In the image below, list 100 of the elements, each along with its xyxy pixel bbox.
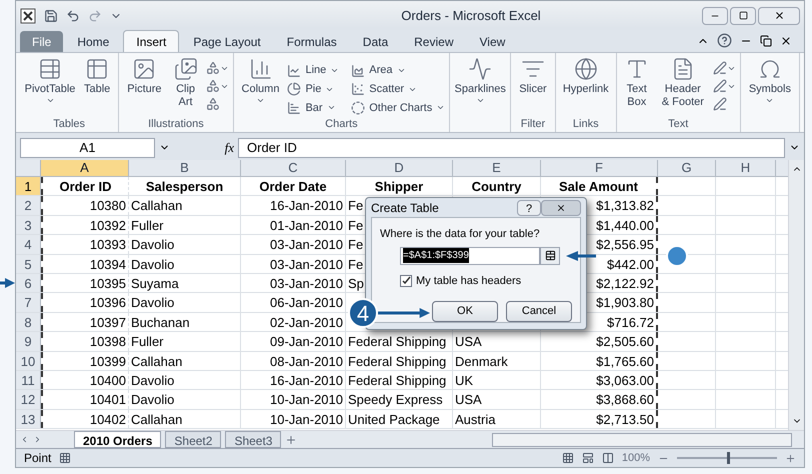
ribbon-button[interactable]: Slicer bbox=[515, 57, 551, 117]
ribbon-icon-button[interactable] bbox=[206, 61, 229, 75]
row-header[interactable]: 11 bbox=[16, 370, 41, 390]
row-header[interactable]: 7 bbox=[16, 293, 41, 312]
row-header[interactable]: 3 bbox=[16, 216, 41, 234]
collapse-dialog-button[interactable] bbox=[540, 246, 560, 264]
sheet-tab[interactable]: 2010 Orders bbox=[74, 431, 162, 448]
restore-icon[interactable] bbox=[760, 34, 772, 46]
function-label[interactable]: fx bbox=[224, 138, 234, 158]
ribbon-tab[interactable]: Review bbox=[402, 31, 466, 52]
ribbon-icon-button[interactable] bbox=[712, 61, 736, 75]
maximize-button[interactable] bbox=[730, 6, 756, 24]
table-cell: Callahan bbox=[131, 412, 182, 427]
ribbon-icon-button[interactable] bbox=[206, 79, 229, 93]
sheet-tab[interactable]: Sheet3 bbox=[225, 431, 282, 448]
ribbon-button[interactable]: Other Charts bbox=[351, 98, 446, 118]
column-header[interactable]: A bbox=[41, 160, 129, 176]
ribbon-button[interactable]: Bar bbox=[287, 98, 340, 118]
column-header[interactable]: B bbox=[129, 160, 241, 176]
table-cell: $1,313.82 bbox=[596, 198, 654, 214]
page-layout-icon[interactable] bbox=[582, 452, 594, 464]
new-sheet-icon[interactable] bbox=[285, 434, 298, 446]
undo-icon[interactable] bbox=[66, 8, 80, 22]
ribbon-button[interactable]: Symbols bbox=[744, 57, 795, 117]
name-box[interactable]: A1 bbox=[20, 138, 155, 158]
row-header[interactable]: 12 bbox=[16, 390, 41, 409]
ribbon-button[interactable]: Picture bbox=[123, 57, 166, 117]
shapes-icon bbox=[206, 97, 220, 111]
column-header[interactable]: E bbox=[453, 160, 541, 176]
close-button[interactable] bbox=[541, 200, 581, 216]
zoom-in-icon[interactable] bbox=[785, 452, 796, 464]
row-header[interactable]: 6 bbox=[16, 274, 41, 292]
shapes-icon bbox=[206, 79, 220, 93]
scatter-chart-icon bbox=[351, 82, 366, 96]
ribbon-button[interactable]: Line bbox=[287, 61, 340, 80]
ribbon-tab[interactable]: Formulas bbox=[274, 31, 349, 52]
normal-view-icon[interactable] bbox=[562, 452, 574, 464]
column-header[interactable]: H bbox=[716, 160, 776, 176]
ribbon-tab[interactable]: Insert bbox=[123, 30, 180, 52]
column-heading: Order Date bbox=[259, 179, 327, 194]
row-header[interactable]: 1 bbox=[16, 177, 41, 196]
close-icon bbox=[556, 202, 566, 212]
table-cell: Fuller bbox=[131, 218, 164, 233]
close-button[interactable] bbox=[758, 6, 800, 24]
help-button[interactable]: ? bbox=[517, 200, 541, 216]
ribbon-button[interactable]: Text Box bbox=[620, 57, 653, 117]
column-header[interactable]: G bbox=[658, 160, 716, 176]
sheet-tab[interactable]: Sheet2 bbox=[165, 431, 222, 448]
help-icon[interactable] bbox=[717, 33, 732, 48]
ribbon-button[interactable]: Pie bbox=[287, 80, 340, 99]
ribbon-button[interactable]: Clip Art bbox=[170, 57, 202, 117]
table-cell: 03-Jan-2010 bbox=[270, 237, 343, 252]
ribbon-button[interactable]: Table bbox=[80, 57, 114, 117]
save-icon[interactable] bbox=[44, 8, 58, 22]
page-break-icon[interactable] bbox=[602, 452, 614, 464]
table-cell: 10402 bbox=[90, 412, 126, 427]
row-header[interactable]: 4 bbox=[16, 235, 41, 254]
ribbon-button[interactable]: Hyperlink bbox=[560, 57, 612, 117]
ribbon-tab[interactable]: Home bbox=[65, 31, 122, 52]
ribbon-button[interactable]: Header & Footer bbox=[656, 57, 709, 117]
column-header[interactable]: C bbox=[241, 160, 346, 176]
ribbon-button[interactable]: Sparklines bbox=[454, 57, 506, 117]
table-cell: 09-Jan-2010 bbox=[270, 334, 343, 350]
row-header[interactable]: 5 bbox=[16, 254, 41, 273]
maximize-icon bbox=[738, 11, 748, 20]
ribbon-button[interactable]: Scatter bbox=[351, 80, 446, 99]
dialog-button[interactable]: Cancel bbox=[506, 301, 572, 322]
dialog-button[interactable]: OK bbox=[432, 301, 498, 322]
macro-record-icon[interactable] bbox=[59, 452, 72, 464]
ribbon-tab[interactable]: Data bbox=[350, 31, 400, 52]
ribbon-tab[interactable]: Page Layout bbox=[181, 31, 273, 52]
collapse-icon bbox=[544, 250, 556, 261]
zoom-slider-thumb[interactable] bbox=[727, 452, 730, 464]
horizontal-scrollbar[interactable] bbox=[492, 432, 792, 446]
pivot-table-icon bbox=[38, 57, 62, 81]
table-cell: 02-Jan-2010 bbox=[270, 314, 343, 330]
close-icon[interactable] bbox=[780, 34, 792, 46]
ribbon-button[interactable]: PivotTable bbox=[24, 57, 76, 117]
ribbon-button[interactable]: Column bbox=[238, 57, 284, 117]
headers-checkbox[interactable]: My table has headers bbox=[400, 272, 572, 289]
formula-field[interactable]: Order ID bbox=[238, 138, 785, 158]
row-header[interactable]: 2 bbox=[16, 196, 41, 215]
column-header[interactable]: D bbox=[346, 160, 453, 176]
vertical-scrollbar[interactable] bbox=[788, 160, 804, 430]
column-heading: Country bbox=[472, 179, 522, 194]
row-header[interactable]: 13 bbox=[16, 410, 41, 428]
ribbon-icon-button[interactable] bbox=[712, 79, 736, 93]
ribbon-button[interactable]: Area bbox=[351, 61, 446, 80]
table-cell: Sp bbox=[348, 276, 364, 291]
bar-chart-icon bbox=[287, 100, 302, 115]
file-tab[interactable]: File bbox=[20, 31, 64, 52]
column-header[interactable]: F bbox=[541, 160, 658, 176]
callout-arrow bbox=[0, 278, 15, 288]
table-cell: 10392 bbox=[90, 218, 126, 233]
table-cell: Davolio bbox=[131, 237, 174, 252]
row-header[interactable]: 9 bbox=[16, 332, 41, 351]
range-field[interactable]: =$A$1:$F$399 bbox=[400, 246, 540, 264]
row-header[interactable]: 8 bbox=[16, 312, 41, 332]
row-header[interactable]: 10 bbox=[16, 352, 41, 370]
ribbon-tab[interactable]: View bbox=[468, 31, 518, 52]
